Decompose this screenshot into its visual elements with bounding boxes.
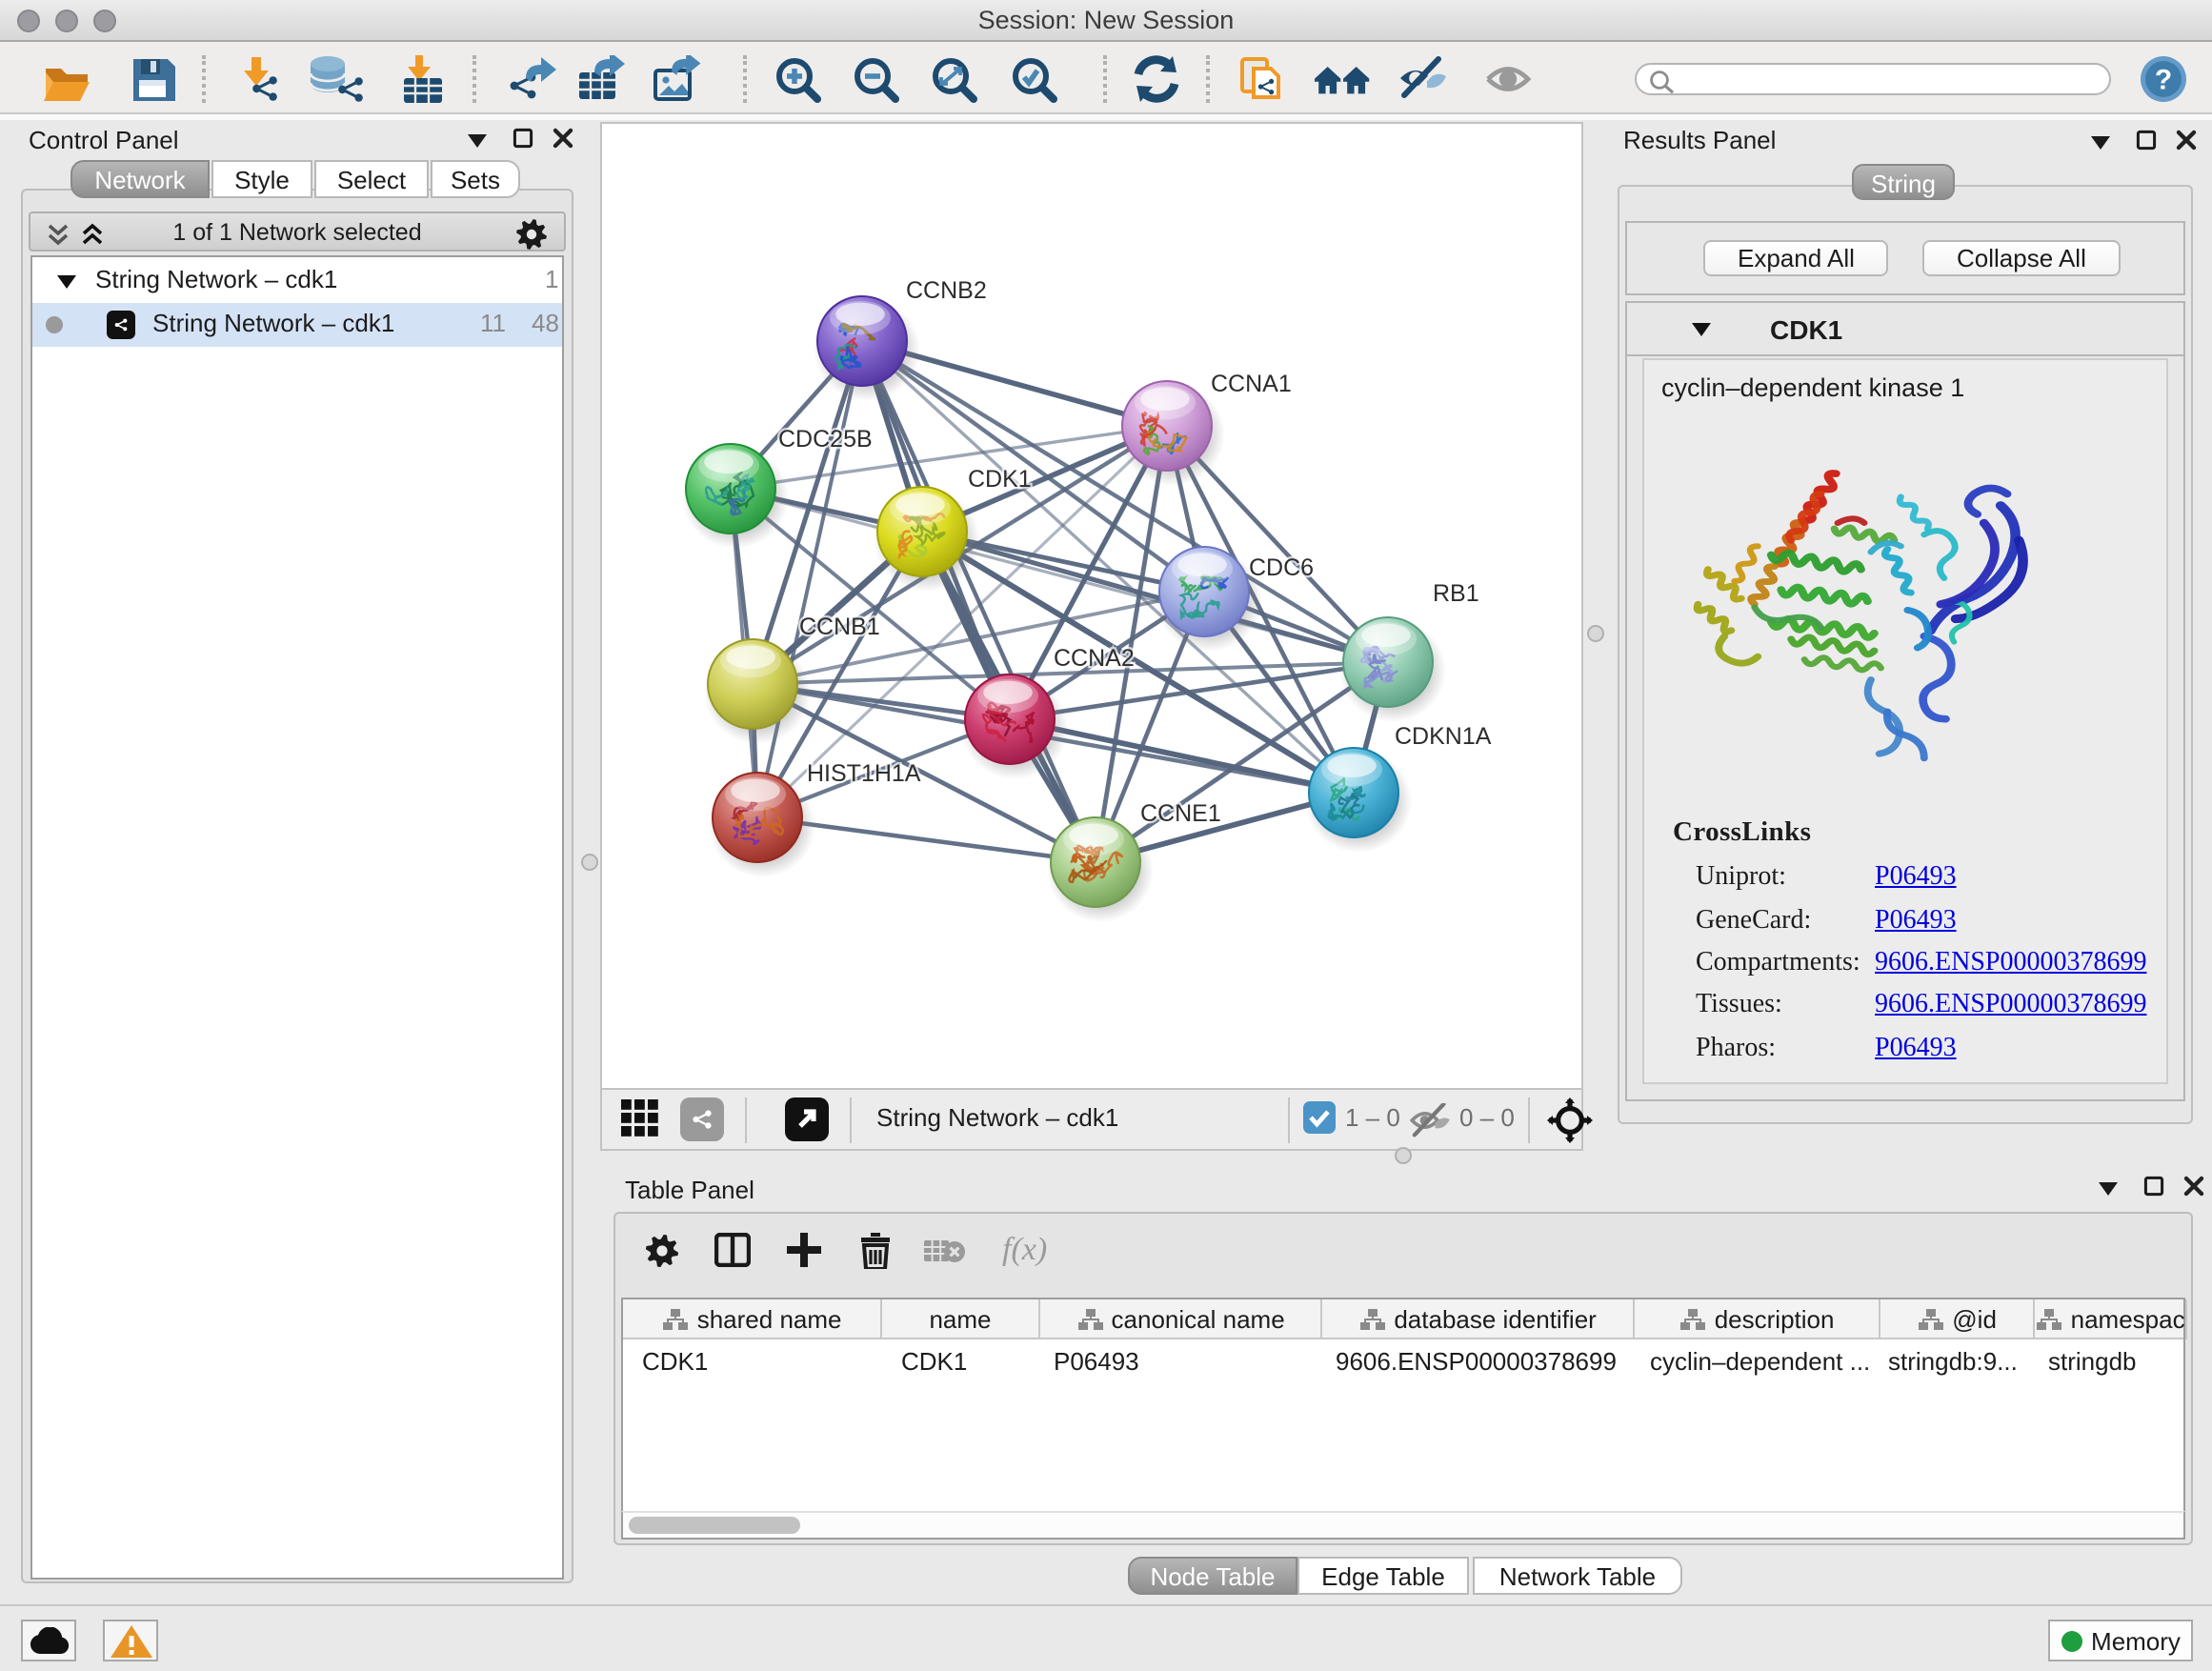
svg-text:CDC25B: CDC25B [778, 426, 873, 453]
svg-text:HIST1H1A: HIST1H1A [807, 760, 921, 787]
svg-text:CDKN1A: CDKN1A [1395, 723, 1492, 750]
svg-text:CDK1: CDK1 [968, 466, 1032, 493]
svg-text:?: ? [2155, 65, 2172, 96]
svg-text:CCNA2: CCNA2 [1054, 645, 1135, 672]
svg-text:CCNA1: CCNA1 [1211, 371, 1292, 397]
svg-text:CCNB1: CCNB1 [799, 614, 880, 640]
svg-text:CCNE1: CCNE1 [1140, 800, 1221, 827]
svg-text:RB1: RB1 [1433, 580, 1479, 607]
svg-text:CCNB2: CCNB2 [906, 277, 987, 304]
svg-text:CDC6: CDC6 [1249, 554, 1314, 581]
